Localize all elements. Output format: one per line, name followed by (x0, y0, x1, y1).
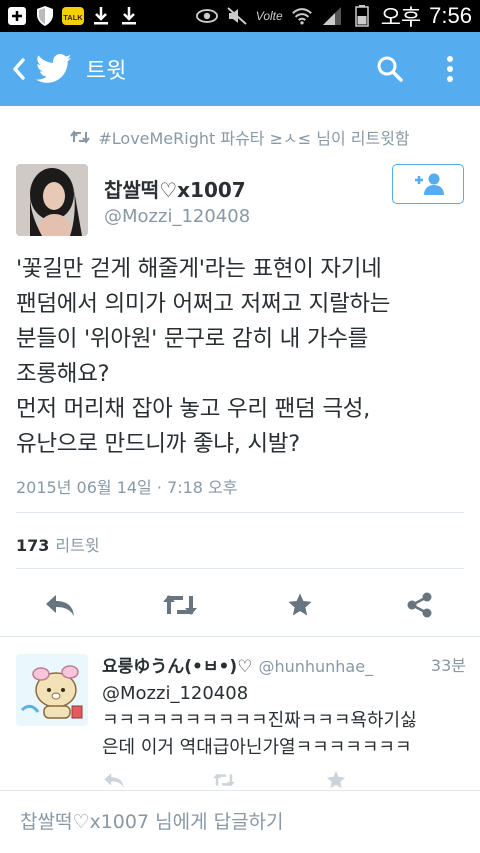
author-name[interactable]: 찹쌀떡♡x1007 (104, 174, 246, 203)
reply-header: 요룽ゆうん(•ㅂ•)♡ @hunhunhae_ 33분 (102, 652, 466, 677)
reply-input[interactable] (20, 802, 460, 842)
reply-text: @Mozzi_120408 ㅋㅋㅋㅋㅋㅋㅋㅋㅋㅋ진짜ㅋㅋㅋ욕하기싫 은데 이거 … (102, 680, 466, 761)
reply-author-name[interactable]: 요룽ゆうん(•ㅂ•)♡ (102, 657, 252, 677)
reply-composer (0, 790, 480, 853)
reply-button[interactable] (30, 582, 90, 628)
volte-label: Volte (255, 9, 283, 23)
search-icon (377, 56, 403, 82)
retweet-button[interactable] (150, 582, 210, 628)
clock: 7:56 (429, 3, 472, 28)
favorite-button[interactable] (270, 582, 330, 628)
overflow-menu-button[interactable] (420, 32, 480, 106)
add-user-icon (415, 173, 444, 195)
reply-reply-button[interactable] (102, 768, 126, 792)
reply-tweet[interactable]: 요룽ゆうん(•ㅂ•)♡ @hunhunhae_ 33분 @Mozzi_120408… (0, 646, 480, 789)
retweet-context-text: #LoveMeRight 파슈타 ≥ㅅ≤ 님이 리트윗함 (98, 129, 410, 148)
share-icon (407, 592, 432, 618)
kakaotalk-icon: TALK (62, 5, 84, 27)
reply-retweet-button[interactable] (212, 768, 236, 792)
battery-icon (351, 5, 373, 27)
signal-icon (321, 5, 343, 27)
retweet-count[interactable]: 173 리트윗 (16, 532, 100, 556)
reply-icon (46, 595, 74, 616)
author-handle[interactable]: @Mozzi_120408 (104, 206, 250, 227)
tweet-text-line: 팬덤에서 의미가 어쩌고 저쩌고 지랄하는 (16, 291, 391, 317)
tweet-text-line: 먼저 머리채 잡아 놓고 우리 팬덤 극성, (16, 396, 370, 422)
shield-icon (34, 5, 56, 27)
tweet-timestamp: 2015년 06월 14일 · 7:18 오후 (16, 478, 238, 497)
section-divider (0, 636, 480, 637)
status-bar: TALK Volte 오후 7:56 (0, 0, 480, 32)
star-icon (326, 770, 346, 789)
retweet-icon (163, 595, 197, 615)
twitter-bird-icon (36, 50, 74, 88)
app-bar: 트윗 (0, 32, 480, 106)
follow-button[interactable] (392, 164, 464, 204)
tweet-text-line: 유난으로 만드니까 좋냐, 시발? (16, 431, 300, 457)
retweet-context[interactable]: #LoveMeRight 파슈타 ≥ㅅ≤ 님이 리트윗함 (0, 122, 480, 152)
divider (16, 568, 464, 569)
search-button[interactable] (360, 32, 420, 106)
reply-icon (104, 773, 124, 788)
reply-time: 33분 (430, 656, 466, 675)
tweet-author: 찹쌀떡♡x1007 @Mozzi_120408 (16, 164, 466, 236)
download-icon (90, 5, 112, 27)
reply-text-line: 은데 이거 역대급아닌가열ㅋㅋㅋㅋㅋㅋㅋ (102, 737, 412, 758)
reply-actions (102, 768, 362, 792)
download-icon-2 (118, 5, 140, 27)
eye-icon (195, 5, 218, 27)
reply-text-line: ㅋㅋㅋㅋㅋㅋㅋㅋㅋㅋ진짜ㅋㅋㅋ욕하기싫 (102, 710, 417, 731)
author-avatar[interactable] (16, 164, 88, 236)
share-button[interactable] (390, 582, 450, 628)
reply-text-line: @Mozzi_120408 (102, 683, 249, 704)
chevron-left-icon (13, 58, 25, 80)
retweet-count-label: 리트윗 (55, 536, 100, 555)
tweet-actions (0, 582, 480, 628)
page-title: 트윗 (86, 59, 127, 84)
tweet-text-line: '꽃길만 걷게 해줄게'라는 표현이 자기네 (16, 256, 382, 282)
talk-label: TALK (63, 13, 83, 22)
reply-favorite-button[interactable] (324, 768, 348, 792)
retweet-count-number: 173 (16, 536, 50, 555)
reply-avatar[interactable] (16, 654, 88, 726)
back-button[interactable] (4, 32, 34, 106)
star-icon (288, 593, 312, 616)
reply-author-handle[interactable]: @hunhunhae_ (258, 657, 373, 676)
wifi-icon (291, 5, 313, 27)
retweet-icon (213, 773, 235, 787)
tweet-text-line: 분들이 '위아원' 문구로 감히 내 가수를 (16, 326, 369, 352)
retweet-icon (70, 130, 91, 144)
mute-icon (226, 5, 248, 27)
divider (16, 512, 464, 513)
add-notification-icon (6, 5, 28, 27)
tweet-text: '꽃길만 걷게 해줄게'라는 표현이 자기네 팬덤에서 의미가 어쩌고 저쩌고 … (16, 252, 468, 462)
tweet-text-line: 조롱해요? (16, 361, 110, 387)
overflow-menu-icon (447, 56, 453, 82)
carrier-label: 오후 (380, 5, 422, 30)
